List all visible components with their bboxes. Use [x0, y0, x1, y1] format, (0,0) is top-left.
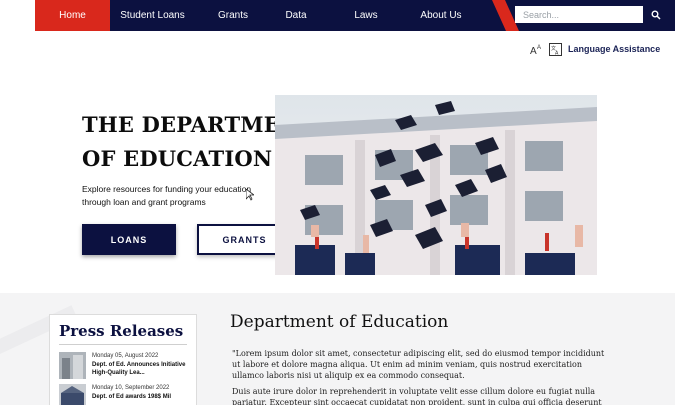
svg-text:A: A [537, 45, 541, 51]
search-icon [651, 10, 661, 20]
press-releases-title: Press Releases [59, 322, 184, 340]
graduation-caps-photo [275, 95, 597, 275]
press-release-date: Monday 10, September 2022 [92, 385, 170, 391]
divider [59, 344, 187, 345]
press-release-date: Monday 05, August 2022 [92, 353, 159, 359]
press-release-headline[interactable]: Dept. of Ed awards 198$ Mil [92, 393, 192, 401]
svg-text:A: A [530, 46, 537, 56]
top-nav: Home Student Loans Grants Data Laws Abou… [0, 0, 675, 31]
search-input[interactable] [515, 6, 643, 23]
section-title: Department of Education [230, 312, 449, 332]
nav-left-strip [0, 0, 35, 31]
intro-paragraph: "Lorem ipsum dolor sit amet, consectetur… [232, 349, 605, 380]
search-button[interactable] [645, 6, 667, 23]
loans-button[interactable]: LOANS [82, 224, 176, 255]
nav-item-student-loans[interactable]: Student Loans [110, 0, 195, 31]
press-release-item[interactable]: Monday 10, September 2022 Dept. of Ed aw… [59, 384, 193, 405]
body-paragraph: Duis aute irure dolor in reprehenderit i… [232, 387, 602, 405]
nav-item-laws[interactable]: Laws [336, 0, 396, 31]
translate-icon[interactable]: 文 A [549, 42, 562, 56]
nav-item-home[interactable]: Home [35, 0, 110, 31]
press-thumbnail [59, 384, 86, 405]
language-assistance[interactable]: A A 文 A Language Assistance [530, 41, 660, 57]
press-thumbnail [59, 352, 86, 379]
nav-item-about-us[interactable]: About Us [406, 0, 476, 31]
nav-item-grants[interactable]: Grants [202, 0, 264, 31]
mouse-cursor-icon [246, 189, 254, 201]
press-release-headline[interactable]: Dept. of Ed. Announces Initiative High-Q… [92, 361, 192, 377]
nav-item-data[interactable]: Data [268, 0, 324, 31]
text-size-icon[interactable]: A A [530, 43, 543, 56]
language-assistance-label[interactable]: Language Assistance [568, 44, 660, 54]
press-release-item[interactable]: Monday 05, August 2022 Dept. of Ed. Anno… [59, 352, 193, 382]
press-releases-card: Press Releases Monday 05, August 2022 De… [49, 314, 197, 405]
